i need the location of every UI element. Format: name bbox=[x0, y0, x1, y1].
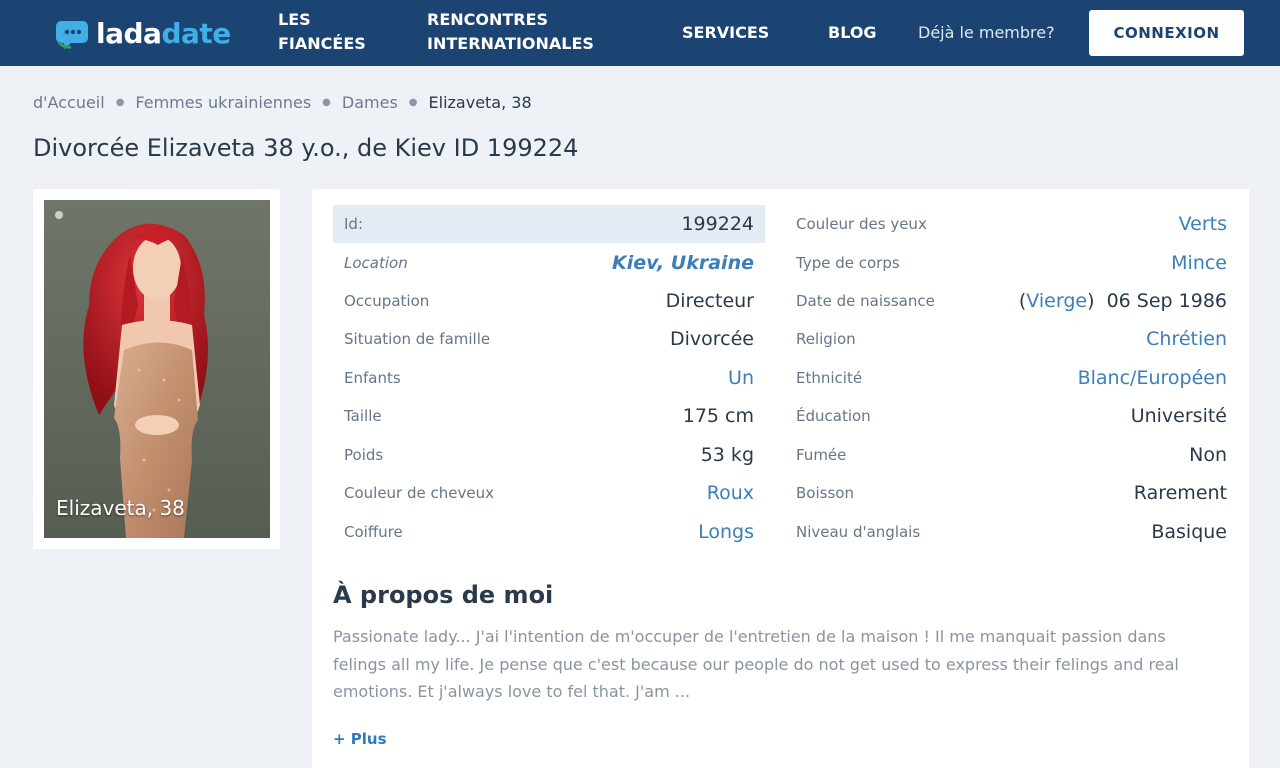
detail-row-english-level: Niveau d'anglais Basique bbox=[796, 513, 1227, 551]
nav-rencontres-line2: INTERNATIONALES bbox=[427, 34, 594, 53]
detail-row-drinking: Boisson Rarement bbox=[796, 474, 1227, 512]
breadcrumb-separator: ● bbox=[322, 96, 331, 108]
page-title: Divorcée Elizaveta 38 y.o., de Kiev ID 1… bbox=[33, 134, 579, 162]
detail-value: Directeur bbox=[665, 290, 754, 312]
login-button[interactable]: CONNEXION bbox=[1089, 10, 1244, 56]
detail-value: 175 cm bbox=[682, 405, 754, 427]
detail-label: Religion bbox=[796, 330, 856, 348]
nav-les-fiancees-line2: FIANCÉES bbox=[278, 34, 366, 53]
detail-label: Éducation bbox=[796, 407, 871, 425]
detail-value: 53 kg bbox=[700, 444, 754, 466]
detail-label: Situation de famille bbox=[344, 330, 491, 348]
detail-row-birth-date: Date de naissance (Vierge) 06 Sep 1986 bbox=[796, 282, 1227, 320]
detail-label: Location bbox=[344, 254, 408, 272]
detail-row-ethnicity: Ethnicité Blanc/Européen bbox=[796, 359, 1227, 397]
detail-row-weight: Poids 53 kg bbox=[333, 436, 765, 474]
detail-row-body-type: Type de corps Mince bbox=[796, 244, 1227, 282]
detail-label: Poids bbox=[344, 446, 384, 464]
breadcrumb: d'Accueil ● Femmes ukrainiennes ● Dames … bbox=[33, 90, 532, 114]
detail-value: Basique bbox=[1151, 521, 1227, 543]
birth-date-value: (Vierge) 06 Sep 1986 bbox=[1018, 290, 1227, 312]
show-more-link[interactable]: + Plus bbox=[333, 730, 387, 748]
nav-les-fiancees[interactable]: LES FIANCÉES bbox=[278, 8, 388, 56]
detail-label: Couleur de cheveux bbox=[344, 484, 494, 502]
detail-row-height: Taille 175 cm bbox=[333, 397, 765, 435]
detail-value: Université bbox=[1130, 405, 1227, 427]
detail-value-link[interactable]: Roux bbox=[707, 482, 754, 504]
logo-text: ladadate bbox=[96, 17, 231, 50]
detail-row-eye-color: Couleur des yeux Verts bbox=[796, 205, 1227, 243]
detail-value: Divorcée bbox=[670, 328, 754, 350]
detail-label: Couleur des yeux bbox=[796, 215, 927, 233]
detail-row-children: Enfants Un bbox=[333, 359, 765, 397]
detail-row-occupation: Occupation Directeur bbox=[333, 282, 765, 320]
detail-value: 199224 bbox=[681, 213, 754, 235]
photo-caption: Elizaveta, 38 bbox=[56, 496, 185, 520]
detail-value-link[interactable]: Un bbox=[728, 367, 754, 389]
breadcrumb-ladies[interactable]: Dames bbox=[342, 93, 398, 112]
detail-label: Ethnicité bbox=[796, 369, 863, 387]
detail-label: Coiffure bbox=[344, 523, 403, 541]
breadcrumb-ukrainian-women[interactable]: Femmes ukrainiennes bbox=[135, 93, 311, 112]
member-prompt: Déjà le membre? bbox=[918, 23, 1055, 42]
detail-row-smoking: Fumée Non bbox=[796, 436, 1227, 474]
nav-les-fiancees-line1: LES bbox=[278, 10, 311, 29]
location-link[interactable]: Kiev, Ukraine bbox=[612, 252, 754, 274]
about-section-title: À propos de moi bbox=[333, 581, 554, 609]
detail-value-link[interactable]: Verts bbox=[1179, 213, 1227, 235]
chat-bubble-icon bbox=[56, 18, 90, 49]
breadcrumb-current: Elizaveta, 38 bbox=[428, 92, 532, 112]
detail-row-marital-status: Situation de famille Divorcée bbox=[333, 320, 765, 358]
detail-label: Enfants bbox=[344, 369, 401, 387]
detail-row-hairstyle: Coiffure Longs bbox=[333, 513, 765, 551]
breadcrumb-separator: ● bbox=[115, 96, 125, 108]
detail-value-link[interactable]: Mince bbox=[1171, 252, 1227, 274]
birth-date: 06 Sep 1986 bbox=[1106, 290, 1227, 312]
nav-rencontres-line1: RENCONTRES bbox=[427, 10, 549, 29]
about-text: Passionate lady... J'ai l'intention de m… bbox=[333, 627, 1179, 701]
detail-label: Occupation bbox=[344, 292, 430, 310]
detail-row-hair-color: Couleur de cheveux Roux bbox=[333, 474, 765, 512]
nav-services[interactable]: SERVICES bbox=[682, 21, 769, 45]
detail-label: Fumée bbox=[796, 446, 847, 464]
detail-value: Non bbox=[1189, 444, 1227, 466]
detail-row-education: Éducation Université bbox=[796, 397, 1227, 435]
zodiac-sign-link[interactable]: Vierge bbox=[1026, 290, 1087, 312]
top-navigation-bar: ladadate LES FIANCÉES RENCONTRES INTERNA… bbox=[0, 0, 1280, 66]
detail-label: Id: bbox=[344, 215, 363, 233]
detail-label: Date de naissance bbox=[796, 292, 935, 310]
breadcrumb-home[interactable]: d'Accueil bbox=[33, 93, 105, 112]
detail-value-link[interactable]: Chrétien bbox=[1146, 328, 1227, 350]
detail-value-link[interactable]: Blanc/Européen bbox=[1078, 367, 1227, 389]
photo-online-dot-icon bbox=[55, 211, 63, 219]
profile-photo-card: Elizaveta, 38 bbox=[33, 189, 280, 549]
detail-label: Taille bbox=[344, 407, 382, 425]
nav-rencontres-internationales[interactable]: RENCONTRES INTERNATIONALES bbox=[427, 8, 627, 56]
nav-blog[interactable]: BLOG bbox=[828, 21, 877, 45]
site-logo[interactable]: ladadate bbox=[56, 14, 231, 52]
detail-row-id: Id: 199224 bbox=[333, 205, 765, 243]
detail-value-link[interactable]: Longs bbox=[698, 521, 754, 543]
detail-row-religion: Religion Chrétien bbox=[796, 320, 1227, 358]
breadcrumb-separator: ● bbox=[408, 96, 418, 108]
logo-text-part1: lada bbox=[96, 16, 162, 50]
profile-photo[interactable]: Elizaveta, 38 bbox=[44, 200, 270, 538]
detail-label: Boisson bbox=[796, 484, 854, 502]
detail-label: Niveau d'anglais bbox=[796, 523, 921, 541]
detail-row-location: Location Kiev, Ukraine bbox=[333, 244, 765, 282]
detail-label: Type de corps bbox=[796, 254, 900, 272]
detail-value: Rarement bbox=[1133, 482, 1227, 504]
profile-photo-image bbox=[44, 200, 270, 538]
logo-text-part2: date bbox=[161, 16, 231, 50]
profile-details-panel: Id: 199224 Location Kiev, Ukraine Occupa… bbox=[312, 189, 1249, 768]
